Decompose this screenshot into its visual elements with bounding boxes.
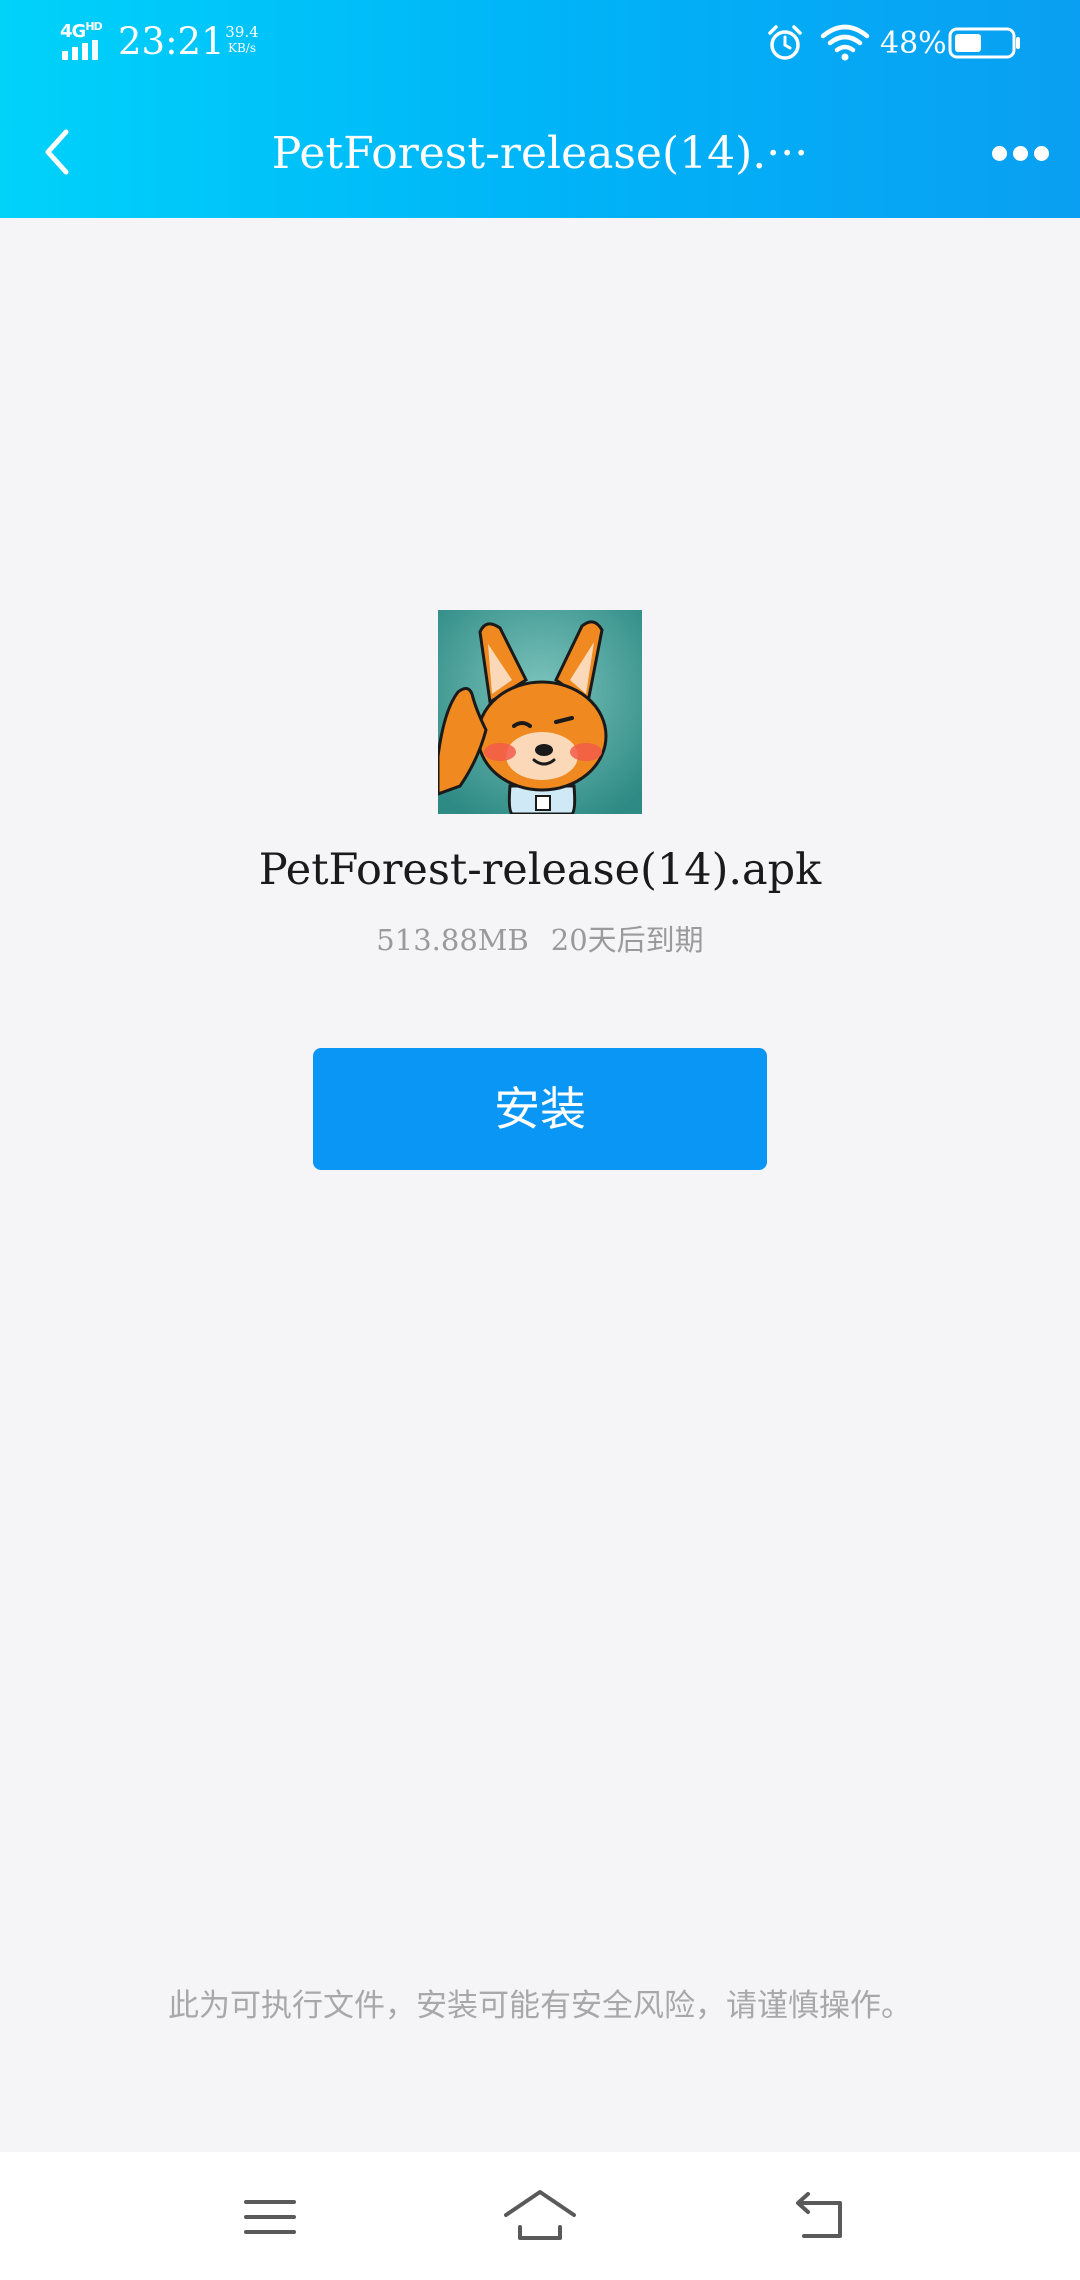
- signal-icon: [62, 40, 98, 60]
- battery-percent: 48%: [880, 26, 947, 61]
- app-header: 4GHD 23:21 39.4 KB/s 48% PetForest-relea…: [0, 0, 1080, 218]
- network-speed-unit: KB/s: [228, 41, 256, 55]
- network-type-label: 4GHD: [60, 20, 103, 42]
- page-title: PetForest-release(14).···: [271, 128, 809, 179]
- system-navigation-bar: [0, 2152, 1080, 2280]
- file-name: PetForest-release(14).apk: [258, 845, 822, 895]
- network-speed: 39.4 KB/s: [212, 24, 272, 56]
- install-button[interactable]: 安装: [313, 1048, 767, 1170]
- more-icon[interactable]: [980, 128, 1060, 178]
- file-size: 513.88MB: [376, 923, 529, 957]
- menu-icon[interactable]: [230, 2182, 310, 2252]
- status-time: 23:21: [118, 20, 225, 63]
- alarm-icon: [768, 25, 802, 60]
- risk-notice: 此为可执行文件，安装可能有安全风险，请谨慎操作。: [168, 1988, 912, 2024]
- battery-icon: [948, 27, 1020, 59]
- signal-indicator: 4GHD: [60, 20, 108, 62]
- title-bar: PetForest-release(14).···: [0, 84, 1080, 218]
- chevron-left-icon[interactable]: [30, 112, 90, 192]
- app-icon: [438, 610, 642, 814]
- network-speed-value: 39.4: [225, 23, 259, 41]
- wifi-icon: [820, 24, 870, 61]
- back-icon[interactable]: [782, 2182, 862, 2252]
- file-expiry: 20天后到期: [550, 923, 704, 957]
- home-icon[interactable]: [500, 2182, 580, 2252]
- file-meta: 513.88MB 20天后到期: [0, 920, 1080, 960]
- status-bar: 4GHD 23:21 39.4 KB/s 48%: [0, 0, 1080, 84]
